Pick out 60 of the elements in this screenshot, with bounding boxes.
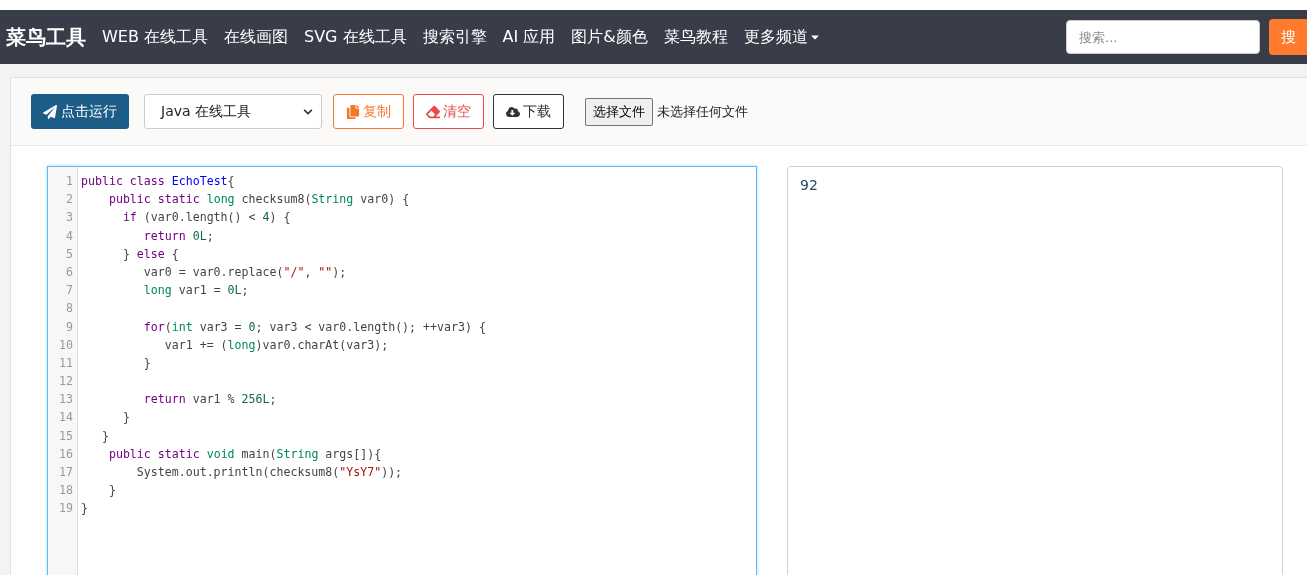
file-status: 未选择任何文件 (657, 102, 748, 121)
nav-link[interactable]: 在线画图 (224, 26, 288, 48)
output-text: 92 (800, 177, 818, 193)
line-number: 16 (58, 445, 74, 463)
nav-link[interactable]: AI 应用 (502, 26, 556, 48)
code-line: } (142, 354, 151, 372)
line-number: 17 (58, 464, 74, 481)
line-number: 18 (58, 482, 74, 500)
code-line: public static long checksum8(String var0) { (107, 191, 410, 209)
eraser-icon (426, 104, 440, 119)
site-logo[interactable]: 菜鸟工具 (6, 23, 86, 51)
nav-link[interactable]: WEB 在线工具 (102, 26, 208, 48)
run-button[interactable]: 点击运行 (31, 94, 129, 129)
code-line: } (81, 500, 88, 518)
code-line: long var1 = 0L; (142, 282, 249, 300)
code-line: } (121, 409, 130, 427)
line-number: 1 (65, 173, 74, 190)
line-number: 4 (65, 227, 74, 245)
line-number: 12 (58, 373, 74, 391)
language-select[interactable]: Java 在线工具 (144, 94, 322, 129)
nav-link[interactable]: 搜索引擎 (422, 26, 487, 48)
line-number: 19 (58, 500, 74, 518)
line-number: 2 (65, 191, 74, 209)
choose-file-button[interactable]: 选择文件 (585, 97, 653, 126)
code-line: } (107, 482, 116, 500)
copy-icon (346, 104, 360, 119)
code-line: var1 += (long)var0.charAt(var3); (163, 336, 389, 354)
code-line: } (100, 427, 109, 445)
line-number: 13 (58, 391, 74, 409)
code-line: public static void main(String args[]){ (107, 445, 382, 463)
line-number: 11 (58, 354, 74, 372)
line-number: 10 (58, 336, 74, 354)
nav-link[interactable]: 图片&颜色 (571, 26, 648, 48)
code-line: if (var0.length() < 4) { (121, 209, 291, 227)
code-line: return var1 % 256L; (142, 391, 277, 409)
line-number: 6 (65, 263, 74, 281)
code-line: var0 = var0.replace("/", ""); (142, 263, 347, 281)
nav-link[interactable]: SVG 在线工具 (304, 26, 407, 48)
line-number: 8 (65, 300, 74, 318)
nav-dropdown[interactable]: 更多频道 (743, 26, 821, 48)
line-number: 3 (65, 209, 74, 227)
code-line: System.out.println(checksum8("YsY7")); (135, 464, 403, 481)
code-line: for(int var3 = 0; var3 < var0.length(); ++var3) { (142, 318, 486, 336)
paper-plane-icon (43, 104, 57, 119)
search-field[interactable]: 搜索... (1066, 20, 1260, 54)
cloud-download-icon (506, 104, 520, 119)
line-number: 5 (65, 245, 74, 263)
download-button[interactable]: 下载 (493, 94, 564, 129)
chevron-down-icon (303, 106, 313, 117)
code-line: } else { (121, 245, 179, 263)
code-line: return 0L; (142, 227, 214, 245)
line-number: 7 (65, 282, 74, 300)
nav-link[interactable]: 更多频道 (743, 26, 808, 48)
clear-button[interactable]: 清空 (413, 94, 484, 129)
line-number: 9 (65, 318, 74, 336)
code-editor[interactable] (47, 166, 757, 575)
line-number: 14 (58, 409, 74, 427)
code-line: public class EchoTest{ (81, 173, 235, 190)
line-number: 15 (58, 427, 74, 445)
nav-link[interactable]: 菜鸟教程 (663, 26, 728, 48)
